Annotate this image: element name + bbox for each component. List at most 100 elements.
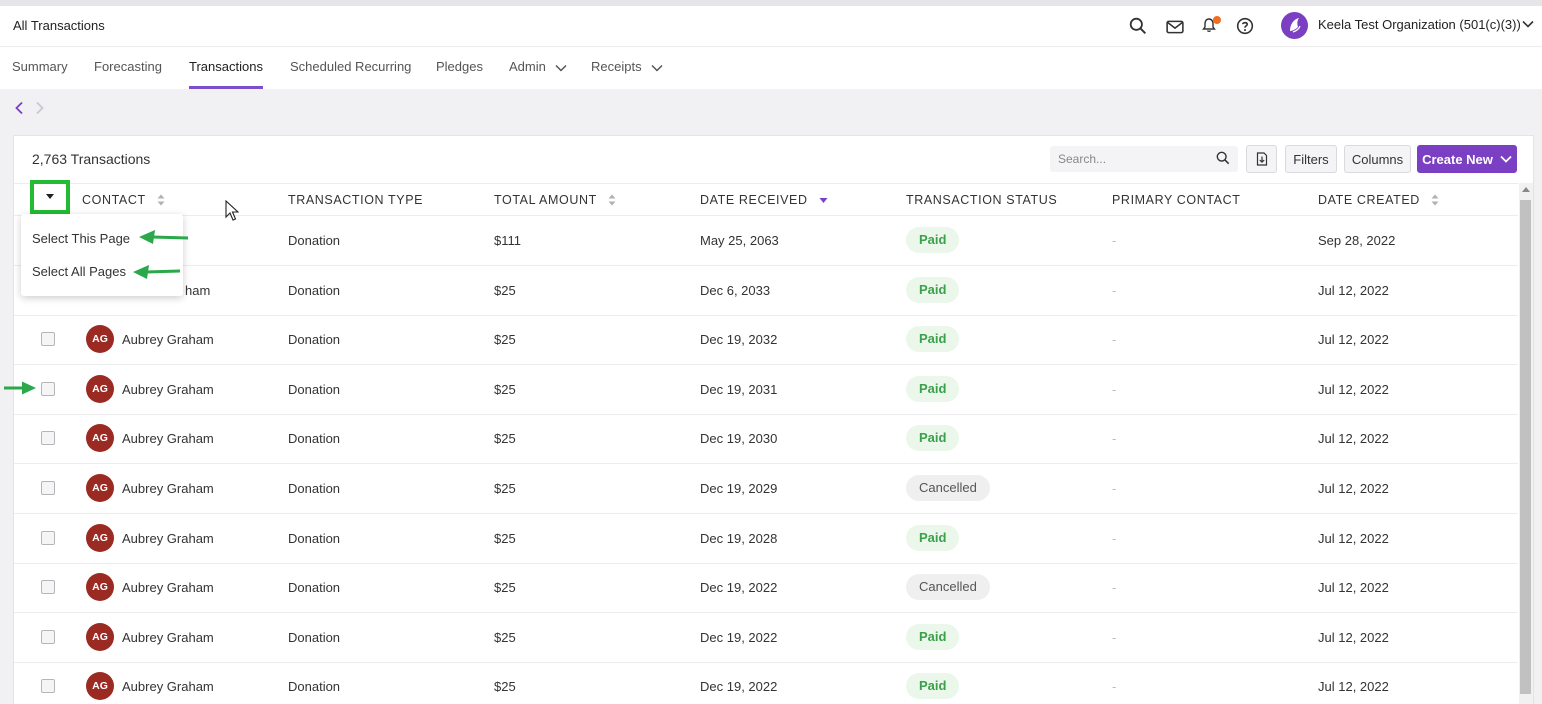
column-header-label: DATE RECEIVED xyxy=(700,193,808,207)
mail-icon[interactable] xyxy=(1166,18,1184,36)
date-received: Dec 19, 2030 xyxy=(700,431,778,446)
row-checkbox[interactable] xyxy=(41,431,55,445)
transaction-type: Donation xyxy=(288,233,341,248)
scrollbar-thumb[interactable] xyxy=(1520,200,1531,694)
primary-contact: - xyxy=(1112,580,1117,595)
chevron-down-icon xyxy=(555,64,568,72)
scroll-up-arrow-icon[interactable] xyxy=(1522,187,1530,192)
contact-avatar: AG xyxy=(86,623,114,651)
tab-pledges[interactable]: Pledges xyxy=(436,59,483,89)
contact-avatar: AG xyxy=(86,474,114,502)
search-icon[interactable] xyxy=(1216,151,1230,165)
org-name[interactable]: Keela Test Organization (501(c)(3)) xyxy=(1318,17,1521,32)
total-amount: $25 xyxy=(494,283,516,298)
export-button[interactable] xyxy=(1246,145,1277,173)
select-this-page-option[interactable]: Select This Page xyxy=(32,231,130,246)
notifications-button[interactable] xyxy=(1201,16,1221,35)
contact-name[interactable]: Aubrey Graham xyxy=(122,531,214,546)
contact-avatar: AG xyxy=(86,424,114,452)
back-arrow-icon[interactable] xyxy=(14,101,24,115)
org-avatar[interactable] xyxy=(1281,12,1308,39)
table-row[interactable]: AG Aubrey Graham Donation $25 Dec 19, 2028 Pa… xyxy=(14,514,1518,564)
columns-button[interactable]: Columns xyxy=(1344,145,1411,173)
total-amount: $25 xyxy=(494,531,516,546)
table-row[interactable]: AG Aubrey Graham Donation $25 Dec 19, 2022 Pa… xyxy=(14,662,1518,704)
status-badge: Paid xyxy=(906,425,960,451)
table-row[interactable]: AG Aubrey Graham Donation $25 Dec 19, 2030 Pa… xyxy=(14,414,1518,464)
chevron-down-icon xyxy=(651,64,663,72)
create-new-button[interactable]: Create New xyxy=(1417,145,1517,173)
row-checkbox[interactable] xyxy=(41,679,55,693)
contact-name[interactable]: Aubrey Graham xyxy=(122,431,214,446)
column-header-primary-contact[interactable]: PRIMARY CONTACT xyxy=(1112,193,1240,207)
date-created: Jul 12, 2022 xyxy=(1318,679,1389,694)
table-row[interactable]: AG Aubrey Graham Donation $25 Dec 19, 2031 Pa… xyxy=(14,365,1518,415)
date-received: Dec 19, 2028 xyxy=(700,531,778,546)
contact-name[interactable]: ham xyxy=(185,283,210,298)
transaction-count: 2,763 Transactions xyxy=(32,151,151,167)
date-created: Jul 12, 2022 xyxy=(1318,382,1389,397)
contact-name[interactable]: Aubrey Graham xyxy=(122,630,214,645)
column-header-date-created[interactable]: DATE CREATED xyxy=(1318,193,1439,207)
row-checkbox[interactable] xyxy=(41,531,55,545)
tab-admin[interactable]: Admin xyxy=(509,59,568,89)
table-row[interactable]: AG Aubrey Graham Donation $25 Dec 19, 2032 Pa… xyxy=(14,315,1518,365)
row-checkbox[interactable] xyxy=(41,382,55,396)
export-file-icon xyxy=(1256,152,1267,166)
filters-button[interactable]: Filters xyxy=(1285,145,1337,173)
vertical-scrollbar[interactable] xyxy=(1519,183,1533,704)
table-row[interactable]: AG Aubrey Graham Donation $25 Dec 19, 2029 Ca… xyxy=(14,464,1518,514)
sort-icon xyxy=(157,194,165,206)
forward-arrow-icon[interactable] xyxy=(35,101,45,115)
date-received: Dec 19, 2022 xyxy=(700,630,778,645)
column-header-contact[interactable]: CONTACT xyxy=(82,193,165,207)
column-header-transaction-type[interactable]: TRANSACTION TYPE xyxy=(288,193,423,207)
search-input[interactable] xyxy=(1058,150,1208,168)
row-checkbox[interactable] xyxy=(41,630,55,644)
row-checkbox[interactable] xyxy=(41,580,55,594)
chevron-down-icon[interactable] xyxy=(1522,20,1534,28)
status-badge: Paid xyxy=(906,227,960,253)
contact-name[interactable]: Aubrey Graham xyxy=(122,382,214,397)
date-received: Dec 19, 2029 xyxy=(700,481,778,496)
transaction-type: Donation xyxy=(288,382,341,397)
total-amount: $25 xyxy=(494,332,516,347)
primary-contact: - xyxy=(1112,283,1117,298)
help-icon[interactable] xyxy=(1236,17,1254,35)
contact-avatar: AG xyxy=(86,375,114,403)
contact-name[interactable]: Aubrey Graham xyxy=(122,580,214,595)
contact-name[interactable]: Aubrey Graham xyxy=(122,679,214,694)
table-row[interactable]: AG Aubrey Graham Donation $25 Dec 19, 2022 Pa… xyxy=(14,613,1518,663)
contact-name[interactable]: Aubrey Graham xyxy=(122,481,214,496)
transaction-type: Donation xyxy=(288,679,341,694)
row-checkbox[interactable] xyxy=(41,332,55,346)
column-header-transaction-status[interactable]: TRANSACTION STATUS xyxy=(906,193,1057,207)
tab-transactions[interactable]: Transactions xyxy=(189,59,263,89)
status-badge: Paid xyxy=(906,624,960,650)
tab-scheduled-recurring[interactable]: Scheduled Recurring xyxy=(290,59,411,89)
select-all-pages-option[interactable]: Select All Pages xyxy=(32,264,126,279)
status-badge: Cancelled xyxy=(906,475,990,501)
total-amount: $25 xyxy=(494,481,516,496)
select-menu-toggle[interactable] xyxy=(30,180,70,214)
primary-contact: - xyxy=(1112,630,1117,645)
tab-label: Scheduled Recurring xyxy=(290,59,412,74)
tab-label: Admin xyxy=(509,59,546,74)
search-icon[interactable] xyxy=(1129,17,1147,35)
date-received: Dec 19, 2032 xyxy=(700,332,778,347)
contact-name[interactable]: Aubrey Graham xyxy=(122,332,214,347)
column-header-total-amount[interactable]: TOTAL AMOUNT xyxy=(494,193,616,207)
transaction-type: Donation xyxy=(288,431,341,446)
search-box[interactable] xyxy=(1050,146,1238,172)
tab-receipts[interactable]: Receipts xyxy=(591,59,663,89)
table-row[interactable]: Donation $111 May 25, 2063 Paid - Sep 28, 202… xyxy=(14,216,1518,266)
row-checkbox[interactable] xyxy=(41,481,55,495)
status-badge: Paid xyxy=(906,277,960,303)
column-header-date-received[interactable]: DATE RECEIVED xyxy=(700,193,828,207)
table-row[interactable]: ham Donation $25 Dec 6, 2033 Paid - Jul 12, 20… xyxy=(14,266,1518,316)
tab-summary[interactable]: Summary xyxy=(12,59,68,89)
date-created: Jul 12, 2022 xyxy=(1318,481,1389,496)
column-header-label: TOTAL AMOUNT xyxy=(494,193,597,207)
table-row[interactable]: AG Aubrey Graham Donation $25 Dec 19, 2022 Ca… xyxy=(14,563,1518,613)
tab-forecasting[interactable]: Forecasting xyxy=(94,59,162,89)
